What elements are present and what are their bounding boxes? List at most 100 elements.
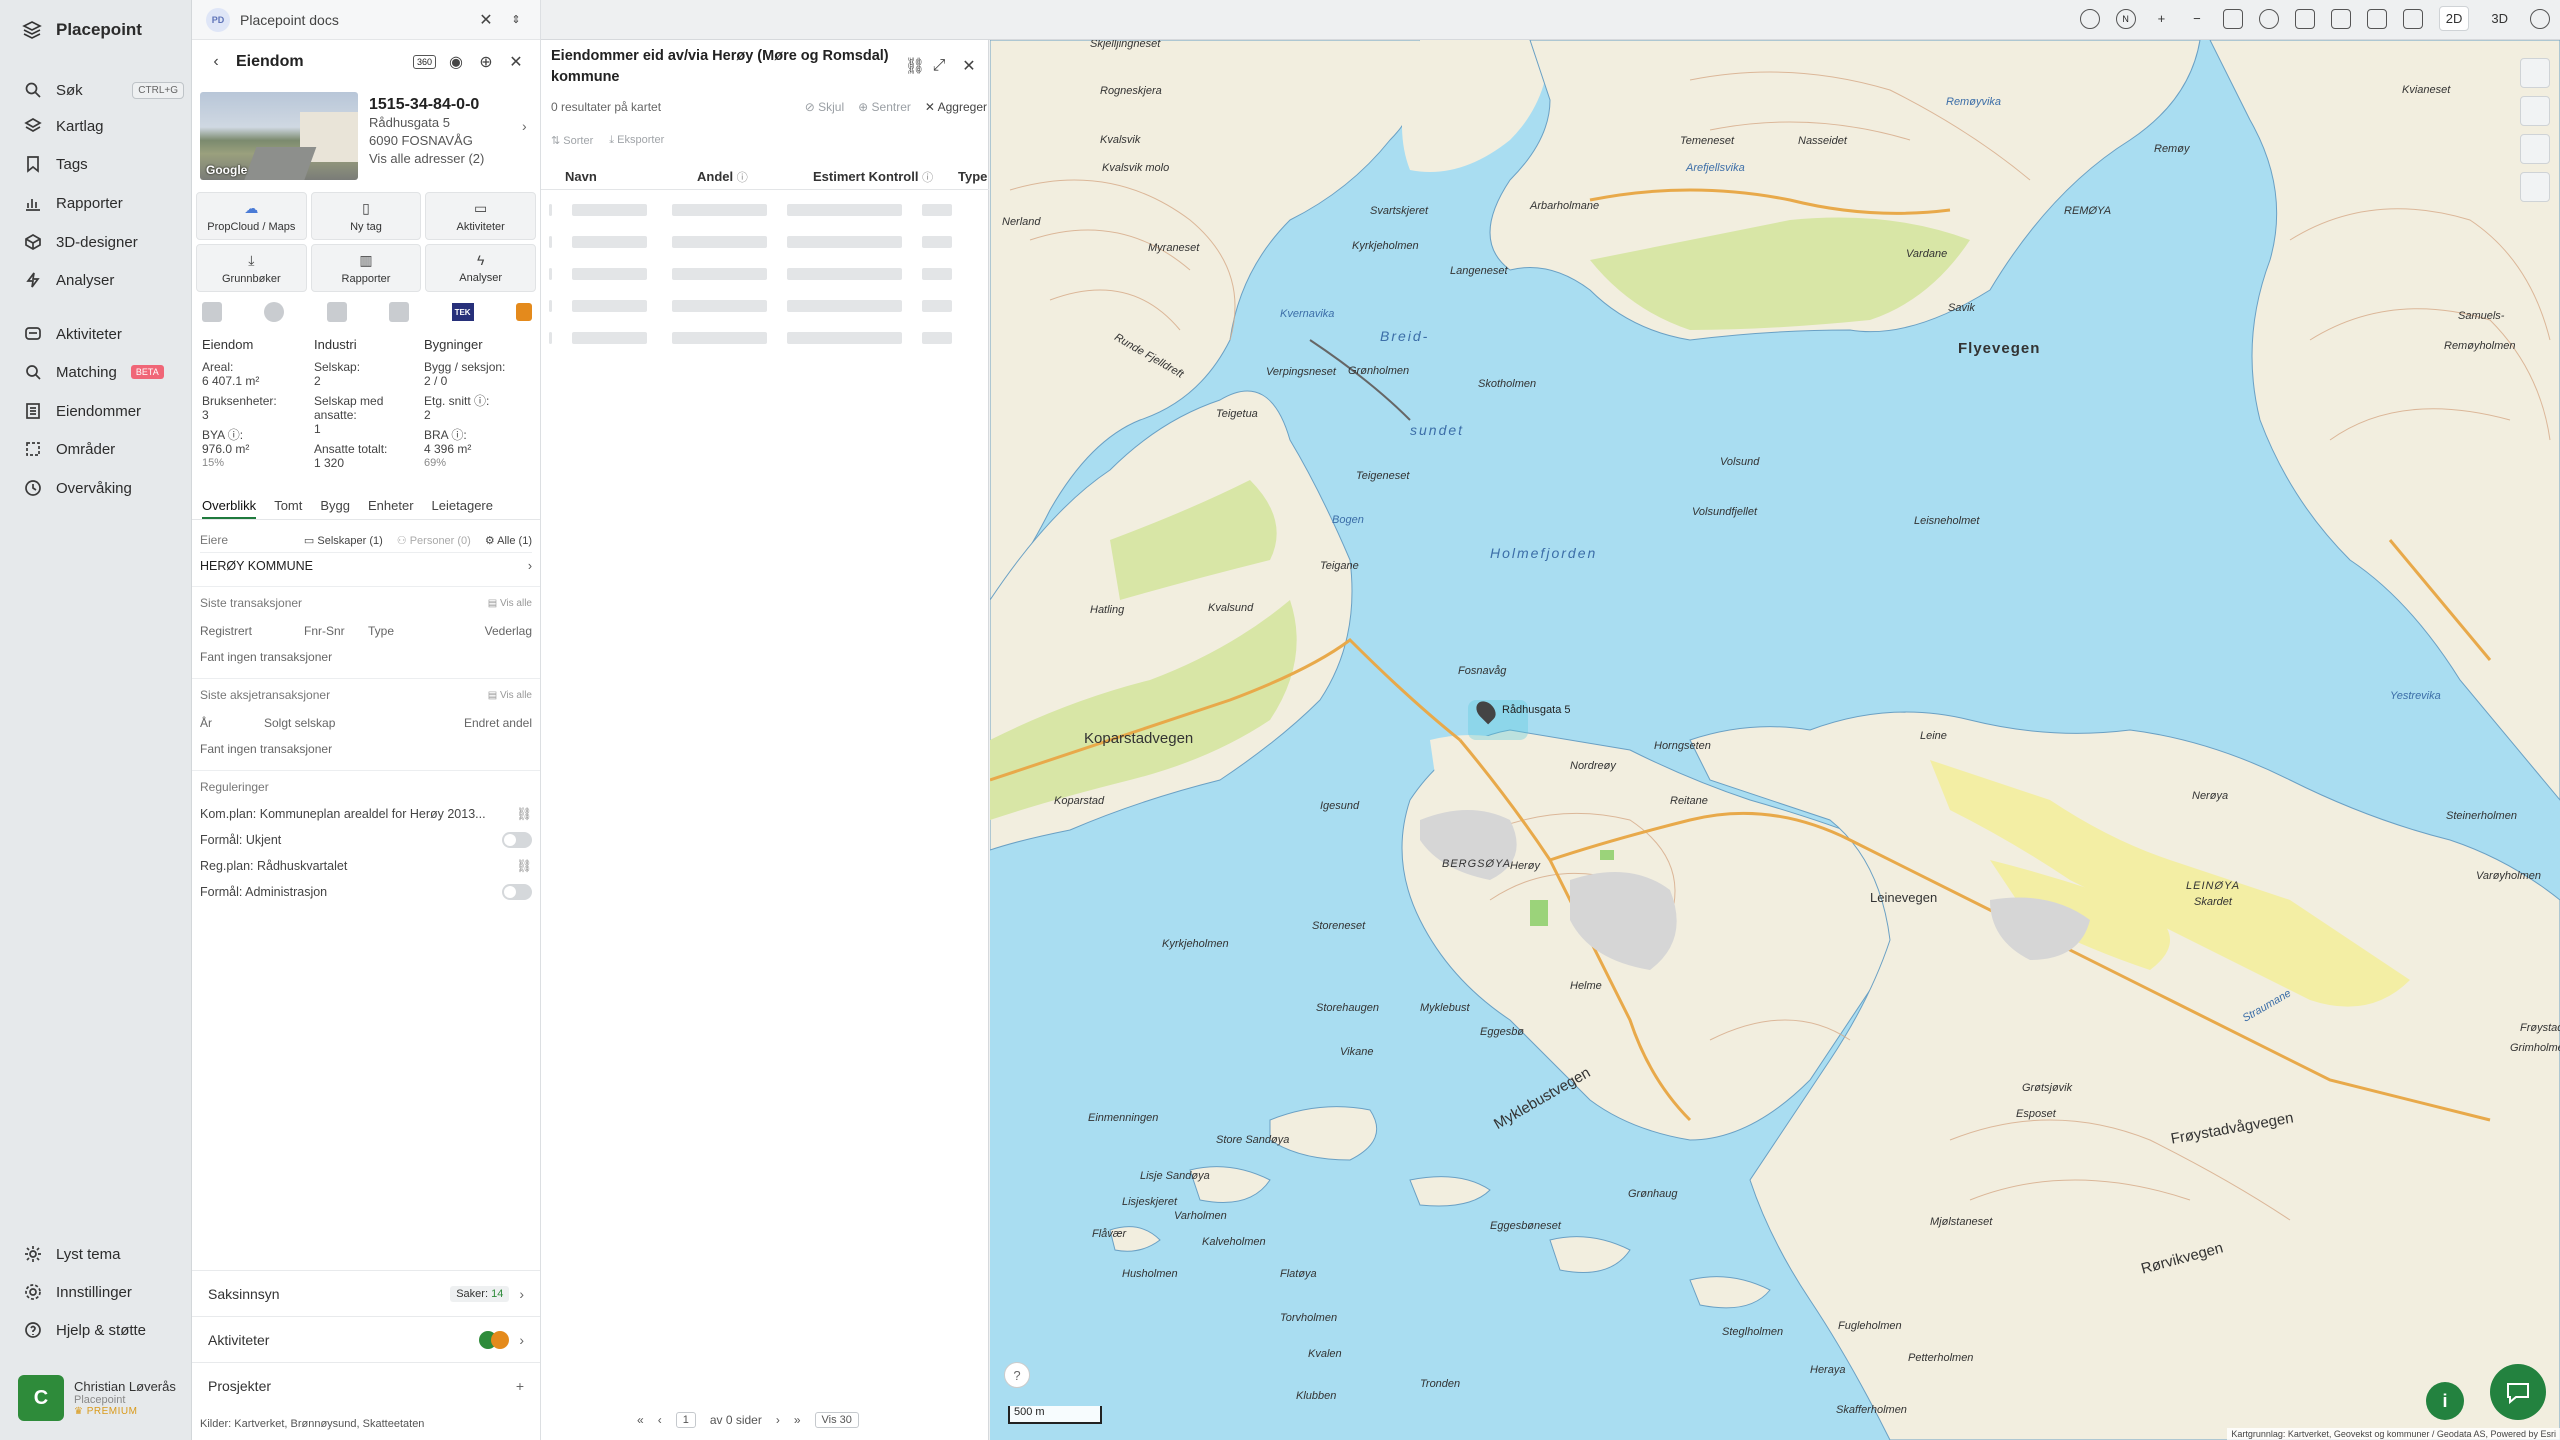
doc-title[interactable]: Placepoint docs bbox=[240, 12, 339, 28]
center-button[interactable]: ⊕ Sentrer bbox=[858, 100, 911, 114]
nav-settings[interactable]: Innstillinger bbox=[24, 1280, 184, 1304]
chat-icon[interactable] bbox=[2490, 1364, 2546, 1420]
tab-leietagere[interactable]: Leietagere bbox=[432, 498, 493, 519]
bars-icon[interactable] bbox=[389, 302, 410, 322]
page-select[interactable]: 1 bbox=[675, 1412, 696, 1428]
last-page-button[interactable]: » bbox=[794, 1413, 801, 1427]
add-circle-icon[interactable]: ⊕ bbox=[476, 52, 496, 72]
close-icon[interactable]: ✕ bbox=[506, 52, 526, 72]
source-skatteetaten[interactable]: Skatteetaten bbox=[363, 1418, 425, 1430]
hat-icon[interactable] bbox=[2079, 8, 2100, 29]
tab-overblikk[interactable]: Overblikk bbox=[202, 498, 257, 519]
col-navn[interactable]: Navn bbox=[565, 169, 597, 184]
globe-icon[interactable] bbox=[264, 302, 285, 322]
eye-icon[interactable]: ◉ bbox=[446, 52, 466, 72]
mode-3d-button[interactable]: 3D bbox=[2485, 7, 2514, 30]
nav-aktiviteter[interactable]: Aktiviteter bbox=[24, 322, 184, 346]
map-canvas[interactable]: Skjelljingneset Rogneskjera Kvalsvik Kva… bbox=[990, 40, 2560, 1440]
tab-tomt[interactable]: Tomt bbox=[274, 498, 302, 519]
info-icon[interactable] bbox=[2530, 8, 2550, 29]
aktiviteter-row[interactable]: Aktiviteter › bbox=[192, 1316, 540, 1362]
street-view-360-icon[interactable]: 360 bbox=[412, 55, 436, 69]
nav-tags[interactable]: Tags bbox=[24, 152, 184, 176]
col-type[interactable]: Type bbox=[958, 169, 987, 184]
tab-enheter[interactable]: Enheter bbox=[368, 498, 414, 519]
plant-icon[interactable] bbox=[326, 302, 347, 322]
show-all-addresses-link[interactable]: Vis alle adresser (2) bbox=[369, 150, 529, 168]
formal1-toggle[interactable] bbox=[502, 832, 532, 848]
next-page-button[interactable]: › bbox=[776, 1413, 780, 1427]
layer-list-icon[interactable] bbox=[2520, 96, 2550, 126]
komplan-text[interactable]: Kom.plan: Kommuneplan arealdel for Herøy… bbox=[200, 807, 486, 821]
chevron-updown-icon[interactable]: ⇕ bbox=[506, 10, 526, 30]
nav-omrader[interactable]: Områder bbox=[24, 437, 184, 461]
compass-icon[interactable]: N bbox=[2115, 8, 2136, 29]
nav-eiendommer[interactable]: Eiendommer bbox=[24, 399, 184, 423]
expand-icon[interactable]: ⤢ bbox=[929, 56, 949, 76]
stock-show-all[interactable]: ▤ Vis alle bbox=[488, 690, 532, 701]
filter-companies[interactable]: ▭ Selskaper (1) bbox=[304, 534, 383, 547]
nav-kartlag[interactable]: Kartlag bbox=[24, 114, 184, 138]
activities-button[interactable]: ▭ Aktiviteter bbox=[425, 192, 536, 240]
saksinnsyn-row[interactable]: Saksinnsyn Saker: 14 › bbox=[192, 1270, 540, 1316]
nav-analyser[interactable]: Analyser bbox=[24, 268, 184, 292]
close-icon[interactable]: ✕ bbox=[476, 10, 496, 30]
nav-overvaking[interactable]: Overvåking bbox=[24, 476, 184, 500]
col-andel[interactable]: Andel ⓘ bbox=[697, 169, 748, 185]
nav-search[interactable]: Søk CTRL+G bbox=[24, 78, 184, 102]
prosjekter-row[interactable]: Prosjekter + bbox=[192, 1362, 540, 1408]
street-view-photo[interactable]: Google bbox=[200, 92, 358, 180]
formal2-toggle[interactable] bbox=[502, 884, 532, 900]
per-page-select[interactable]: Vis 30 bbox=[814, 1412, 859, 1428]
back-chevron-icon[interactable]: ‹ bbox=[206, 52, 226, 72]
land-registry-button[interactable]: ⤓ Grunnbøker bbox=[196, 244, 307, 292]
propcloud-maps-button[interactable]: ☁ PropCloud / Maps bbox=[196, 192, 307, 240]
new-tag-button[interactable]: ▯ Ny tag bbox=[310, 192, 422, 240]
register-icon[interactable] bbox=[202, 302, 222, 322]
basemap-icon[interactable] bbox=[2520, 58, 2550, 88]
regplan-text[interactable]: Reg.plan: Rådhuskvartalet bbox=[200, 859, 347, 873]
nav-help[interactable]: Hjelp & støtte bbox=[24, 1318, 184, 1342]
finn-icon[interactable] bbox=[515, 303, 532, 321]
chart-icon[interactable] bbox=[2520, 134, 2550, 164]
prev-page-button[interactable]: ‹ bbox=[658, 1413, 662, 1427]
zoom-out-button[interactable]: − bbox=[2187, 7, 2207, 30]
transactions-show-all[interactable]: ▤ Vis alle bbox=[488, 598, 532, 609]
source-kartverket[interactable]: Kartverket, bbox=[234, 1418, 287, 1430]
analyses-button[interactable]: ϟ Analyser bbox=[425, 244, 536, 292]
grid-icon[interactable] bbox=[2366, 8, 2387, 29]
eye-icon[interactable] bbox=[2258, 8, 2279, 29]
export-button[interactable]: ⤓ Eksporter bbox=[609, 134, 664, 147]
first-page-button[interactable]: « bbox=[637, 1413, 644, 1427]
col-estimert[interactable]: Estimert Kontroll ⓘ bbox=[813, 169, 933, 185]
bookmark-icon[interactable] bbox=[2402, 8, 2423, 29]
print-icon[interactable] bbox=[2222, 8, 2243, 29]
reports-button[interactable]: ▥ Rapporter bbox=[310, 244, 422, 292]
close-icon[interactable]: ✕ bbox=[959, 56, 979, 76]
nav-rapporter[interactable]: Rapporter bbox=[24, 191, 184, 215]
zoom-in-button[interactable]: + bbox=[2152, 7, 2172, 30]
link-icon[interactable]: ⛓ bbox=[516, 807, 532, 822]
filter-all[interactable]: ⚙ Alle (1) bbox=[485, 534, 532, 547]
measure-icon[interactable] bbox=[2520, 172, 2550, 202]
link-icon[interactable]: ⛓ bbox=[516, 859, 532, 874]
aggregate-button[interactable]: ✕ Aggreger bbox=[925, 100, 987, 114]
add-icon[interactable]: + bbox=[516, 1378, 524, 1394]
help-icon[interactable]: ? bbox=[1004, 1362, 1030, 1388]
hide-button[interactable]: ⊘ Skjul bbox=[805, 100, 844, 114]
fullscreen-icon[interactable] bbox=[2294, 8, 2315, 29]
chevron-right-icon[interactable]: › bbox=[522, 118, 527, 134]
app-logo[interactable]: Placepoint bbox=[22, 20, 142, 40]
owner-row[interactable]: HERØY KOMMUNE › bbox=[200, 552, 532, 578]
mode-2d-button[interactable]: 2D bbox=[2438, 6, 2470, 31]
user-card[interactable]: C Christian Løverås Placepoint ♛ PREMIUM bbox=[18, 1372, 183, 1424]
info-icon[interactable]: i bbox=[2426, 1382, 2464, 1420]
filter-persons[interactable]: ⚇ Personer (0) bbox=[397, 534, 471, 547]
sort-button[interactable]: ⇅ Sorter bbox=[551, 134, 593, 147]
tab-bygg[interactable]: Bygg bbox=[320, 498, 350, 519]
source-bronnoysund[interactable]: Brønnøysund, bbox=[291, 1418, 360, 1430]
nav-3d-designer[interactable]: 3D-designer bbox=[24, 230, 184, 254]
nav-light-theme[interactable]: Lyst tema bbox=[24, 1242, 184, 1266]
nav-matching[interactable]: Matching BETA bbox=[24, 360, 184, 384]
camera-icon[interactable] bbox=[2330, 8, 2351, 29]
